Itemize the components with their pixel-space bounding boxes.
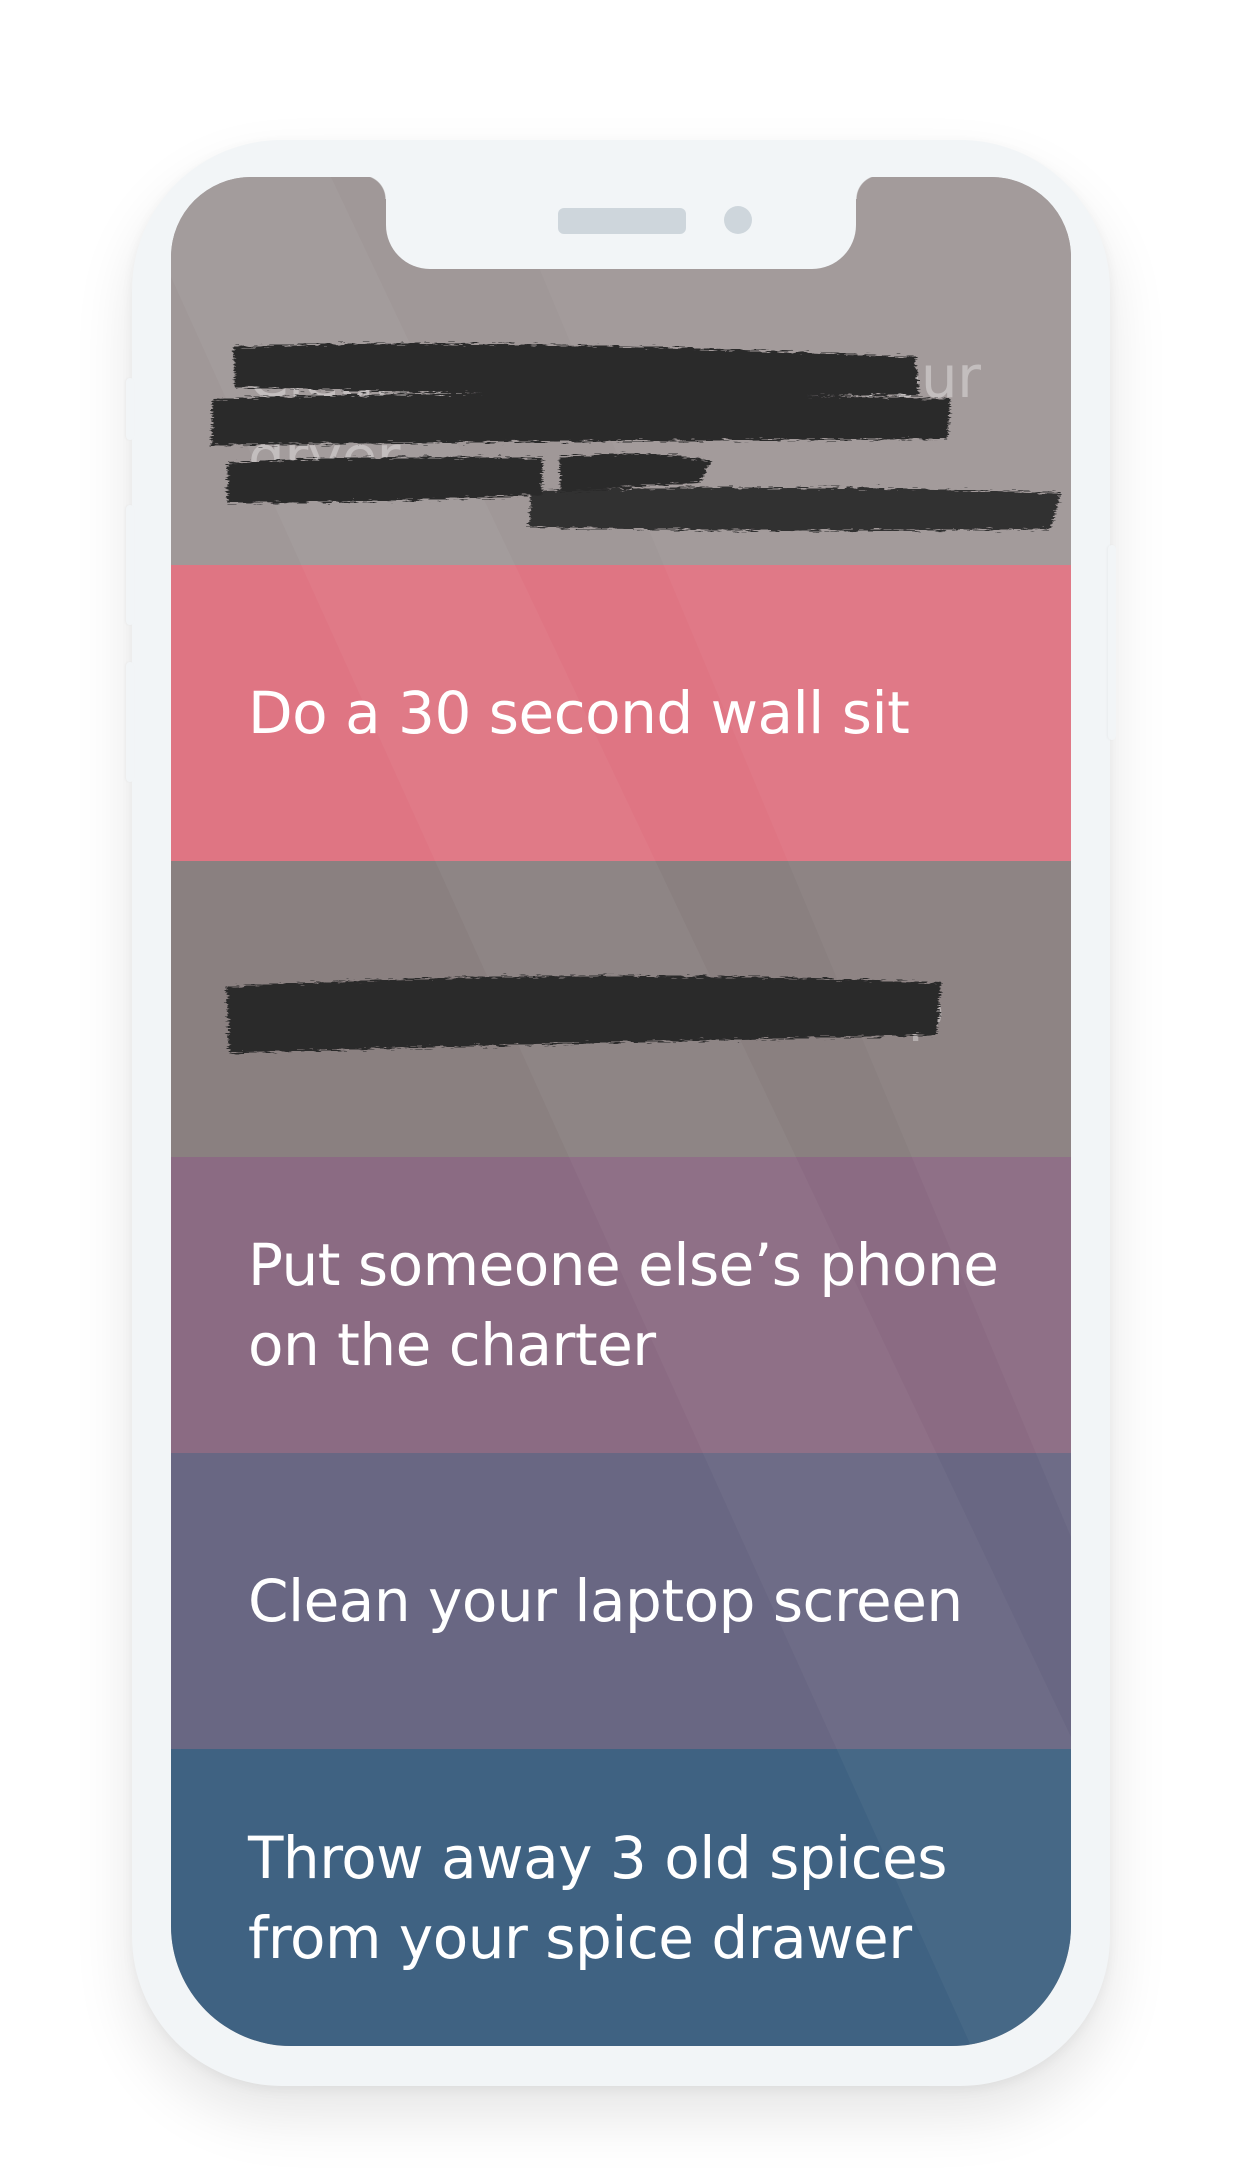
power-button bbox=[1108, 545, 1116, 740]
phone-screen: Clean the lint trap in your dryer Do a 3… bbox=[171, 177, 1071, 2046]
phone-notch bbox=[362, 177, 880, 269]
volume-down-button bbox=[126, 662, 134, 782]
task-label: Put someone else’s phone on the charter bbox=[248, 1231, 999, 1379]
task-label: Do a 30 second wall sit bbox=[248, 679, 910, 747]
silent-switch bbox=[126, 378, 134, 440]
volume-up-button bbox=[126, 505, 134, 625]
task-list: Clean the lint trap in your dryer Do a 3… bbox=[171, 177, 1071, 2046]
speaker-grille-icon bbox=[558, 208, 686, 234]
task-label: Clean your laptop screen bbox=[248, 1567, 963, 1635]
task-item[interactable]: Throw away 3 old spices from your spice … bbox=[171, 1749, 1071, 2046]
task-item[interactable]: Put someone else’s phone on the charter bbox=[171, 1157, 1071, 1453]
front-camera-icon bbox=[724, 206, 752, 234]
task-item[interactable]: Do a 30 second wall sit bbox=[171, 565, 1071, 861]
task-label: Clean the lint trap in your dryer bbox=[248, 343, 981, 491]
task-label: Throw away 3 old spices from your spice … bbox=[248, 1823, 948, 1972]
task-item[interactable]: Clean your laptop screen bbox=[171, 1453, 1071, 1749]
task-item[interactable]: Don’t think about Trump bbox=[171, 861, 1071, 1157]
task-label: Don’t think about Trump bbox=[248, 975, 945, 1043]
